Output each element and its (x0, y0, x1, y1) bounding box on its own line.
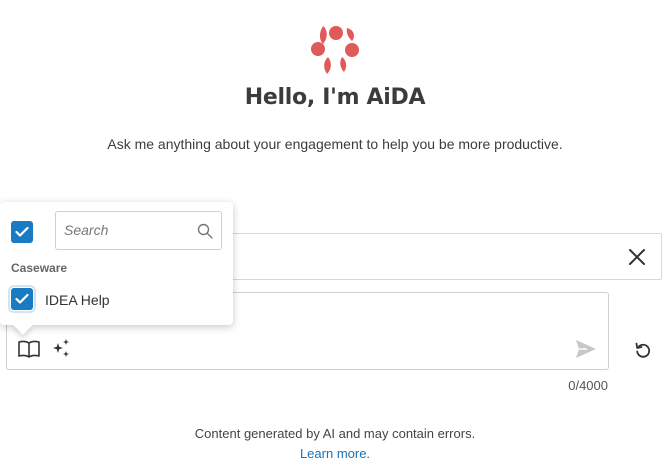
select-all-checkbox[interactable] (11, 221, 33, 243)
learn-more-link[interactable]: Learn more. (300, 446, 370, 461)
source-item-idea-help[interactable]: IDEA Help (45, 292, 110, 308)
sparkle-icon[interactable] (51, 338, 71, 358)
check-icon (15, 293, 29, 304)
page-title: Hello, I'm AiDA (244, 85, 426, 110)
ai-disclaimer: Content generated by AI and may contain … (194, 426, 476, 441)
search-field[interactable] (55, 211, 222, 250)
page-subtitle: Ask me anything about your engagement to… (107, 136, 563, 152)
search-input[interactable] (64, 222, 194, 238)
close-icon[interactable] (627, 247, 647, 267)
refresh-icon[interactable] (634, 341, 652, 359)
send-icon[interactable] (574, 338, 598, 360)
check-icon (15, 226, 29, 237)
idea-help-checkbox[interactable] (8, 285, 36, 313)
char-counter: 0/4000 (568, 378, 608, 393)
book-icon[interactable] (18, 340, 40, 358)
search-icon (197, 223, 213, 239)
aida-logo-icon (311, 26, 359, 74)
group-label-caseware: Caseware (11, 261, 68, 275)
source-picker-popover: Caseware IDEA Help (0, 202, 233, 335)
